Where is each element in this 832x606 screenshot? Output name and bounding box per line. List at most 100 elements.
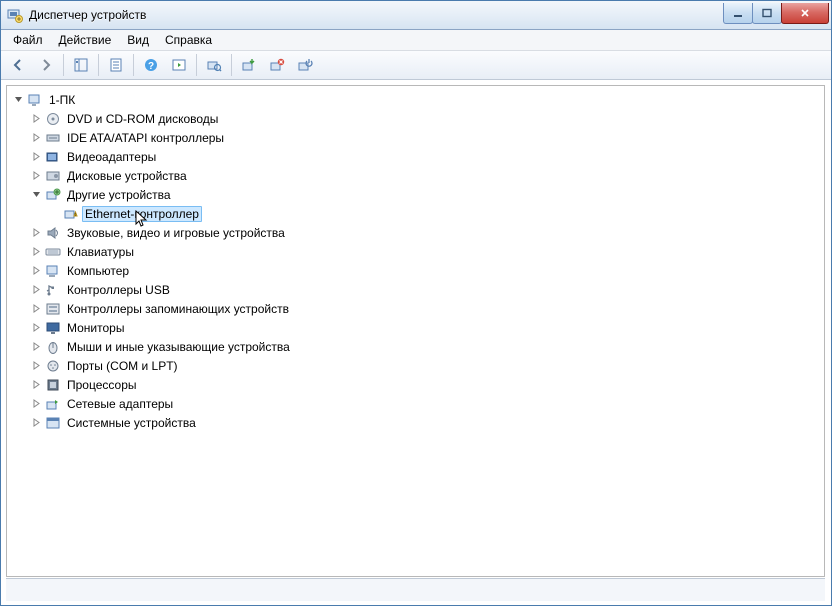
tree-node[interactable]: DVD и CD-ROM дисководы [13, 109, 824, 128]
tree-node[interactable]: Порты (COM и LPT) [13, 356, 824, 375]
expand-icon[interactable] [31, 151, 42, 162]
expand-icon[interactable] [31, 341, 42, 352]
device-manager-window: Диспетчер устройств Файл Действие Вид Сп… [0, 0, 832, 606]
tree-node[interactable]: Мыши и иные указывающие устройства [13, 337, 824, 356]
maximize-button[interactable] [752, 3, 782, 24]
tree-node-label[interactable]: Процессоры [64, 377, 140, 393]
warn-icon [63, 206, 79, 222]
tree-node-label[interactable]: Мыши и иные указывающие устройства [64, 339, 293, 355]
tree-node-label[interactable]: Мониторы [64, 320, 127, 336]
expand-icon[interactable] [31, 227, 42, 238]
tree-node-label[interactable]: Компьютер [64, 263, 132, 279]
keyboard-icon [45, 244, 61, 260]
toolbar: ? [1, 51, 831, 80]
menu-help[interactable]: Справка [157, 32, 220, 48]
tree-node[interactable]: Системные устройства [13, 413, 824, 432]
cpu-icon [45, 377, 61, 393]
tree-node-label[interactable]: 1-ПК [46, 92, 78, 108]
scan-hardware-button[interactable] [201, 52, 227, 78]
tree-node-label[interactable]: DVD и CD-ROM дисководы [64, 111, 221, 127]
toolbar-separator [196, 54, 197, 76]
disk-icon [45, 168, 61, 184]
toolbar-separator [231, 54, 232, 76]
tree-node[interactable]: Другие устройства [13, 185, 824, 204]
tree-node-label[interactable]: Порты (COM и LPT) [64, 358, 181, 374]
app-icon [7, 7, 23, 23]
tree-node[interactable]: Компьютер [13, 261, 824, 280]
disable-button[interactable] [292, 52, 318, 78]
toolbar-separator [63, 54, 64, 76]
expand-icon[interactable] [31, 284, 42, 295]
window-buttons [724, 3, 829, 23]
tree-node-label[interactable]: Дисковые устройства [64, 168, 190, 184]
tree-node-label[interactable]: Ethernet-контроллер [82, 206, 202, 222]
close-button[interactable] [781, 3, 829, 24]
titlebar[interactable]: Диспетчер устройств [1, 1, 831, 30]
minimize-button[interactable] [723, 3, 753, 24]
expand-icon[interactable] [31, 113, 42, 124]
menu-view[interactable]: Вид [119, 32, 157, 48]
back-button[interactable] [5, 52, 31, 78]
tree-node-label[interactable]: Сетевые адаптеры [64, 396, 176, 412]
tree-node-label[interactable]: IDE ATA/ATAPI контроллеры [64, 130, 227, 146]
tree-node[interactable]: Контроллеры USB [13, 280, 824, 299]
toolbar-separator [98, 54, 99, 76]
usb-icon [45, 282, 61, 298]
tree-node[interactable]: Сетевые адаптеры [13, 394, 824, 413]
pc-icon [45, 263, 61, 279]
tree-node[interactable]: Дисковые устройства [13, 166, 824, 185]
tree-node-label[interactable]: Контроллеры USB [64, 282, 173, 298]
content-area: 1-ПК DVD и CD-ROM дисководы IDE ATA/ATAPI … [1, 80, 831, 605]
show-hide-tree-button[interactable] [68, 52, 94, 78]
expand-icon[interactable] [31, 322, 42, 333]
action-button[interactable] [166, 52, 192, 78]
tree-node[interactable]: Процессоры [13, 375, 824, 394]
tree-node-label[interactable]: Видеоадаптеры [64, 149, 159, 165]
menu-file[interactable]: Файл [5, 32, 51, 48]
svg-text:?: ? [148, 61, 154, 72]
monitor-icon [45, 320, 61, 336]
tree-node[interactable]: IDE ATA/ATAPI контроллеры [13, 128, 824, 147]
update-driver-button[interactable] [236, 52, 262, 78]
expand-icon[interactable] [31, 132, 42, 143]
tree-node[interactable]: Звуковые, видео и игровые устройства [13, 223, 824, 242]
tree-node[interactable]: Клавиатуры [13, 242, 824, 261]
expand-icon[interactable] [31, 417, 42, 428]
tree-node-label[interactable]: Клавиатуры [64, 244, 137, 260]
storage-icon [45, 301, 61, 317]
expand-icon[interactable] [31, 246, 42, 257]
help-button[interactable]: ? [138, 52, 164, 78]
tree-node[interactable]: Контроллеры запоминающих устройств [13, 299, 824, 318]
dvd-icon [45, 111, 61, 127]
ide-icon [45, 130, 61, 146]
tree-node[interactable]: Ethernet-контроллер [13, 204, 824, 223]
expand-icon[interactable] [31, 170, 42, 181]
expand-icon[interactable] [31, 360, 42, 371]
toolbar-separator [133, 54, 134, 76]
menubar: Файл Действие Вид Справка [1, 30, 831, 51]
forward-button[interactable] [33, 52, 59, 78]
uninstall-button[interactable] [264, 52, 290, 78]
sound-icon [45, 225, 61, 241]
expand-icon[interactable] [31, 379, 42, 390]
expand-icon[interactable] [31, 265, 42, 276]
window-title: Диспетчер устройств [29, 8, 724, 22]
system-icon [45, 415, 61, 431]
properties-button[interactable] [103, 52, 129, 78]
tree-node[interactable]: 1-ПК [13, 90, 824, 109]
tree-node-label[interactable]: Системные устройства [64, 415, 199, 431]
video-icon [45, 149, 61, 165]
tree-node-label[interactable]: Звуковые, видео и игровые устройства [64, 225, 288, 241]
device-tree[interactable]: 1-ПК DVD и CD-ROM дисководы IDE ATA/ATAPI … [6, 85, 825, 577]
other-icon [45, 187, 61, 203]
tree-node-label[interactable]: Другие устройства [64, 187, 174, 203]
expand-icon[interactable] [31, 398, 42, 409]
menu-action[interactable]: Действие [51, 32, 120, 48]
tree-node[interactable]: Мониторы [13, 318, 824, 337]
expand-icon[interactable] [31, 303, 42, 314]
tree-node[interactable]: Видеоадаптеры [13, 147, 824, 166]
tree-node-label[interactable]: Контроллеры запоминающих устройств [64, 301, 292, 317]
computer-icon [27, 92, 43, 108]
collapse-icon[interactable] [13, 94, 24, 105]
collapse-icon[interactable] [31, 189, 42, 200]
